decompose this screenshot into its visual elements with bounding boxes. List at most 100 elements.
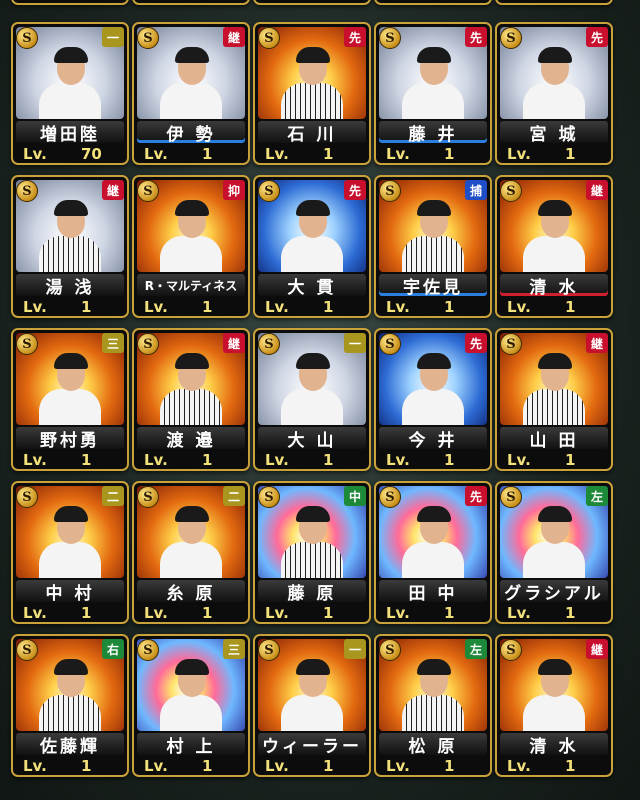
player-card[interactable]: Lv.1 xyxy=(132,0,250,5)
level-row: Lv.1 xyxy=(144,298,242,316)
player-card[interactable]: S 継伊 勢 Lv. 1 xyxy=(132,22,250,165)
player-card[interactable]: S 一増田陸 Lv. 70 xyxy=(11,22,129,165)
player-name: 渡 邉 xyxy=(137,427,245,449)
level-label: Lv. xyxy=(507,451,531,469)
level-label: Lv. xyxy=(265,757,289,775)
position-badge: 一 xyxy=(102,27,124,47)
rank-s-coin-icon: S xyxy=(137,486,159,508)
level-value: 1 xyxy=(81,604,92,622)
rank-s-coin-icon: S xyxy=(500,639,522,661)
level-value: 1 xyxy=(565,604,576,622)
level-value: 1 xyxy=(430,0,484,3)
level-label: Lv. xyxy=(144,0,188,3)
position-badge: 一 xyxy=(344,639,366,659)
player-card[interactable]: S 三村 上 Lv. 1 xyxy=(132,634,250,777)
player-card[interactable]: Lv.1 xyxy=(11,0,129,5)
level-value: 1 xyxy=(323,298,334,316)
player-card[interactable]: S 右佐藤輝 Lv. 1 xyxy=(11,634,129,777)
level-label: Lv. xyxy=(144,451,168,469)
player-name: ウィーラー xyxy=(258,733,366,755)
level-value: 1 xyxy=(565,451,576,469)
level-row: Lv.1 xyxy=(23,0,121,3)
level-label: Lv. xyxy=(386,145,410,163)
player-card[interactable]: S 左グラシアル Lv. 1 xyxy=(495,481,613,624)
player-card[interactable]: S 先田 中 Lv. 1 xyxy=(374,481,492,624)
player-card[interactable]: S 継清 水 Lv. 1 xyxy=(495,175,613,318)
player-card[interactable]: S 一大 山 Lv. 1 xyxy=(253,328,371,471)
player-card[interactable]: S 先今 井 Lv. 1 xyxy=(374,328,492,471)
position-badge: 二 xyxy=(102,486,124,506)
rank-s-coin-icon: S xyxy=(137,180,159,202)
level-row: Lv.1 xyxy=(265,298,363,316)
position-badge: 一 xyxy=(344,333,366,353)
level-value: 1 xyxy=(309,0,363,3)
player-card[interactable]: S 先大 貫 Lv. 1 xyxy=(253,175,371,318)
player-card[interactable]: Lv.1 xyxy=(495,0,613,5)
level-row: Lv.1 xyxy=(23,604,121,622)
player-card[interactable]: Lv.1 xyxy=(374,0,492,5)
level-label: Lv. xyxy=(23,0,67,3)
player-card[interactable]: S 抑 R・マルティネス Lv. 1 xyxy=(132,175,250,318)
player-card[interactable]: S 三野村勇 Lv. 1 xyxy=(11,328,129,471)
level-value: 1 xyxy=(551,0,605,3)
level-value: 1 xyxy=(202,145,213,163)
position-badge: 先 xyxy=(465,333,487,353)
player-card[interactable]: S 継清 水 Lv. 1 xyxy=(495,634,613,777)
level-row: Lv.1 xyxy=(144,757,242,775)
level-row: Lv.1 xyxy=(507,298,605,316)
level-value: 1 xyxy=(565,145,576,163)
rank-s-coin-icon: S xyxy=(500,333,522,355)
level-row: Lv.1 xyxy=(265,451,363,469)
rank-s-coin-icon: S xyxy=(379,180,401,202)
player-card[interactable]: S 捕宇佐見 Lv. 1 xyxy=(374,175,492,318)
position-badge: 継 xyxy=(586,333,608,353)
position-badge: 中 xyxy=(344,486,366,506)
position-badge: 三 xyxy=(223,639,245,659)
rank-s-coin-icon: S xyxy=(137,27,159,49)
level-row: Lv.1 xyxy=(386,298,484,316)
level-label: Lv. xyxy=(23,145,47,163)
player-name: 野村勇 xyxy=(16,427,124,449)
player-card[interactable]: S 一ウィーラー Lv. 1 xyxy=(253,634,371,777)
level-row: Lv.1 xyxy=(507,757,605,775)
rank-s-coin-icon: S xyxy=(137,333,159,355)
position-badge: 先 xyxy=(465,486,487,506)
level-label: Lv. xyxy=(507,757,531,775)
player-card[interactable]: S 継湯 浅 Lv. 1 xyxy=(11,175,129,318)
player-card[interactable]: S 先宮 城 Lv. 1 xyxy=(495,22,613,165)
rank-s-coin-icon: S xyxy=(258,639,280,661)
player-card[interactable]: S 二中 村 Lv. 1 xyxy=(11,481,129,624)
position-badge: 左 xyxy=(586,486,608,506)
level-row: Lv.1 xyxy=(507,604,605,622)
position-badge: 三 xyxy=(102,333,124,353)
player-name: グラシアル xyxy=(500,580,608,602)
player-card[interactable]: S 左松 原 Lv. 1 xyxy=(374,634,492,777)
player-name: 村 上 xyxy=(137,733,245,755)
position-badge: 継 xyxy=(223,27,245,47)
level-row: Lv.1 xyxy=(386,604,484,622)
level-value: 1 xyxy=(565,298,576,316)
player-name: 松 原 xyxy=(379,733,487,755)
level-label: Lv. xyxy=(386,451,410,469)
player-name: 中 村 xyxy=(16,580,124,602)
level-label: Lv. xyxy=(386,757,410,775)
player-name: 伊 勢 xyxy=(137,121,245,143)
player-name: 清 水 xyxy=(500,733,608,755)
level-value: 1 xyxy=(323,451,334,469)
level-value: 1 xyxy=(81,451,92,469)
level-label: Lv. xyxy=(144,298,168,316)
rank-s-coin-icon: S xyxy=(379,639,401,661)
player-card[interactable]: S 中藤 原 Lv. 1 xyxy=(253,481,371,624)
rank-s-coin-icon: S xyxy=(500,180,522,202)
player-card[interactable]: S 継渡 邉 Lv. 1 xyxy=(132,328,250,471)
player-card[interactable]: S 先藤 井 Lv. 1 xyxy=(374,22,492,165)
level-label: Lv. xyxy=(507,0,551,3)
player-card[interactable]: Lv.1 xyxy=(253,0,371,5)
player-card[interactable]: S 先石 川 Lv. 1 xyxy=(253,22,371,165)
player-card[interactable]: S 継山 田 Lv. 1 xyxy=(495,328,613,471)
position-badge: 継 xyxy=(223,333,245,353)
player-name: 山 田 xyxy=(500,427,608,449)
rank-s-coin-icon: S xyxy=(379,486,401,508)
player-card[interactable]: S 二糸 原 Lv. 1 xyxy=(132,481,250,624)
level-row: Lv. 1 xyxy=(507,451,605,469)
